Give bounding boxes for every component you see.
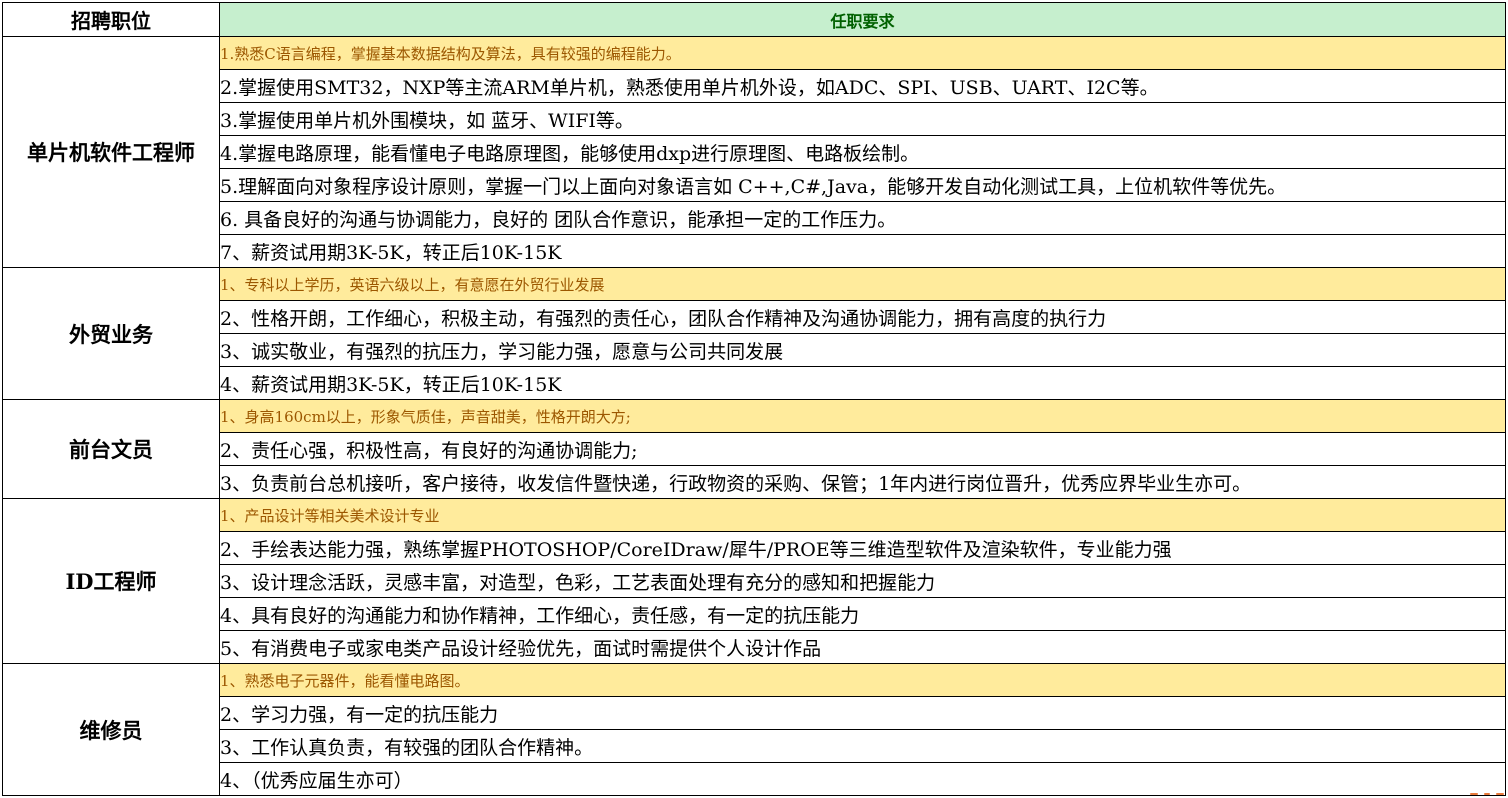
corner-mark bbox=[1470, 792, 1506, 796]
table-row: ID工程师 1、产品设计等相关美术设计专业 bbox=[2, 498, 1506, 664]
table-row: 4、（优秀应届生亦可） bbox=[3, 762, 1506, 796]
recruitment-table: 招聘职位 任职要求 单片机软件工程师 1.熟悉C语言编程，掌握基本数据结构及算法，… bbox=[2, 2, 1506, 796]
column-header-requirements[interactable]: 任职要求 bbox=[219, 2, 1506, 37]
position-title-cell[interactable]: ID工程师 bbox=[2, 498, 220, 664]
table-row: 4、薪资试用期3K-5K，转正后10K-15K bbox=[3, 366, 1506, 400]
column-header-position[interactable]: 招聘职位 bbox=[2, 2, 220, 37]
table-row: 4、具有良好的沟通能力和协作精神，工作细心，责任感，有一定的抗压能力 bbox=[3, 597, 1506, 631]
requirement-cell[interactable]: 4、（优秀应届生亦可） bbox=[219, 762, 1506, 796]
requirement-cell[interactable]: 7、薪资试用期3K-5K，转正后10K-15K bbox=[219, 234, 1506, 268]
requirement-cell[interactable]: 4、薪资试用期3K-5K，转正后10K-15K bbox=[219, 366, 1506, 400]
requirement-cell[interactable]: 2.掌握使用SMT32，NXP等主流ARM单片机，熟悉使用单片机外设，如ADC、… bbox=[219, 69, 1506, 103]
requirement-cell[interactable]: 1、产品设计等相关美术设计专业 bbox=[219, 498, 1506, 532]
table-row: 3、负责前台总机接听，客户接待，收发信件暨快递，行政物资的采购、保管；1年内进行… bbox=[3, 465, 1506, 499]
table-row: 5.理解面向对象程序设计原则，掌握一门以上面向对象语言如 C++,C#,Java… bbox=[3, 168, 1506, 202]
requirement-cell[interactable]: 2、手绘表达能力强，熟练掌握PHOTOSHOP/CoreIDraw/犀牛/PRO… bbox=[219, 531, 1506, 565]
requirement-cell[interactable]: 3、负责前台总机接听，客户接待，收发信件暨快递，行政物资的采购、保管；1年内进行… bbox=[219, 465, 1506, 499]
requirement-cell[interactable]: 2、责任心强，积极性高，有良好的沟通协调能力; bbox=[219, 432, 1506, 466]
requirement-cell[interactable]: 1、身高160cm以上，形象气质佳，声音甜美，性格开朗大方; bbox=[219, 399, 1506, 433]
requirement-cell[interactable]: 1、熟悉电子元器件，能看懂电路图。 bbox=[219, 663, 1506, 697]
table-row: 3、诚实敬业，有强烈的抗压力，学习能力强，愿意与公司共同发展 bbox=[3, 333, 1506, 367]
requirement-cell[interactable]: 3.掌握使用单片机外围模块，如 蓝牙、WIFI等。 bbox=[219, 102, 1506, 136]
requirement-cell[interactable]: 5、有消费电子或家电类产品设计经验优先，面试时需提供个人设计作品 bbox=[219, 630, 1506, 664]
requirement-cell[interactable]: 4、具有良好的沟通能力和协作精神，工作细心，责任感，有一定的抗压能力 bbox=[219, 597, 1506, 631]
position-title-cell[interactable]: 维修员 bbox=[2, 663, 220, 796]
table-row: 3、设计理念活跃，灵感丰富，对造型，色彩，工艺表面处理有充分的感知和把握能力 bbox=[3, 564, 1506, 598]
position-title-cell[interactable]: 单片机软件工程师 bbox=[2, 36, 220, 268]
requirement-cell[interactable]: 2、学习力强，有一定的抗压能力 bbox=[219, 696, 1506, 730]
requirement-cell[interactable]: 3、工作认真负责，有较强的团队合作精神。 bbox=[219, 729, 1506, 763]
table-row: 6. 具备良好的沟通与协调能力，良好的 团队合作意识，能承担一定的工作压力。 bbox=[3, 201, 1506, 235]
requirement-cell[interactable]: 1.熟悉C语言编程，掌握基本数据结构及算法，具有较强的编程能力。 bbox=[219, 36, 1506, 70]
table-row: 3、工作认真负责，有较强的团队合作精神。 bbox=[3, 729, 1506, 763]
position-title-cell[interactable]: 外贸业务 bbox=[2, 267, 220, 400]
requirement-cell[interactable]: 6. 具备良好的沟通与协调能力，良好的 团队合作意识，能承担一定的工作压力。 bbox=[219, 201, 1506, 235]
table-row: 2.掌握使用SMT32，NXP等主流ARM单片机，熟悉使用单片机外设，如ADC、… bbox=[3, 69, 1506, 103]
table-row: 2、学习力强，有一定的抗压能力 bbox=[3, 696, 1506, 730]
requirement-cell[interactable]: 3、设计理念活跃，灵感丰富，对造型，色彩，工艺表面处理有充分的感知和把握能力 bbox=[219, 564, 1506, 598]
table-row: 单片机软件工程师 1.熟悉C语言编程，掌握基本数据结构及算法，具有较强的编程能力。 bbox=[2, 36, 1506, 268]
table-row: 2、手绘表达能力强，熟练掌握PHOTOSHOP/CoreIDraw/犀牛/PRO… bbox=[3, 531, 1506, 565]
requirement-cell[interactable]: 2、性格开朗，工作细心，积极主动，有强烈的责任心，团队合作精神及沟通协调能力，拥… bbox=[219, 300, 1506, 334]
table-row: 7、薪资试用期3K-5K，转正后10K-15K bbox=[3, 234, 1506, 268]
position-title-cell[interactable]: 前台文员 bbox=[2, 399, 220, 499]
requirement-cell[interactable]: 3、诚实敬业，有强烈的抗压力，学习能力强，愿意与公司共同发展 bbox=[219, 333, 1506, 367]
requirement-cell[interactable]: 5.理解面向对象程序设计原则，掌握一门以上面向对象语言如 C++,C#,Java… bbox=[219, 168, 1506, 202]
table-row: 前台文员 1、身高160cm以上，形象气质佳，声音甜美，性格开朗大方; bbox=[2, 399, 1506, 499]
table-body: 单片机软件工程师 1.熟悉C语言编程，掌握基本数据结构及算法，具有较强的编程能力。… bbox=[2, 36, 1506, 796]
table-row: 维修员 1、熟悉电子元器件，能看懂电路图。 bbox=[2, 663, 1506, 796]
table-row: 3.掌握使用单片机外围模块，如 蓝牙、WIFI等。 bbox=[3, 102, 1506, 136]
requirement-cell[interactable]: 4.掌握电路原理，能看懂电子电路原理图，能够使用dxp进行原理图、电路板绘制。 bbox=[219, 135, 1506, 169]
table-row: 2、性格开朗，工作细心，积极主动，有强烈的责任心，团队合作精神及沟通协调能力，拥… bbox=[3, 300, 1506, 334]
requirement-cell[interactable]: 1、专科以上学历，英语六级以上，有意愿在外贸行业发展 bbox=[219, 267, 1506, 301]
table-row: 外贸业务 1、专科以上学历，英语六级以上，有意愿在外贸行业发展 bbox=[2, 267, 1506, 400]
table-row: 4.掌握电路原理，能看懂电子电路原理图，能够使用dxp进行原理图、电路板绘制。 bbox=[3, 135, 1506, 169]
table-row: 5、有消费电子或家电类产品设计经验优先，面试时需提供个人设计作品 bbox=[3, 630, 1506, 664]
header-row: 招聘职位 任职要求 bbox=[2, 2, 1506, 37]
table-row: 2、责任心强，积极性高，有良好的沟通协调能力; bbox=[3, 432, 1506, 466]
